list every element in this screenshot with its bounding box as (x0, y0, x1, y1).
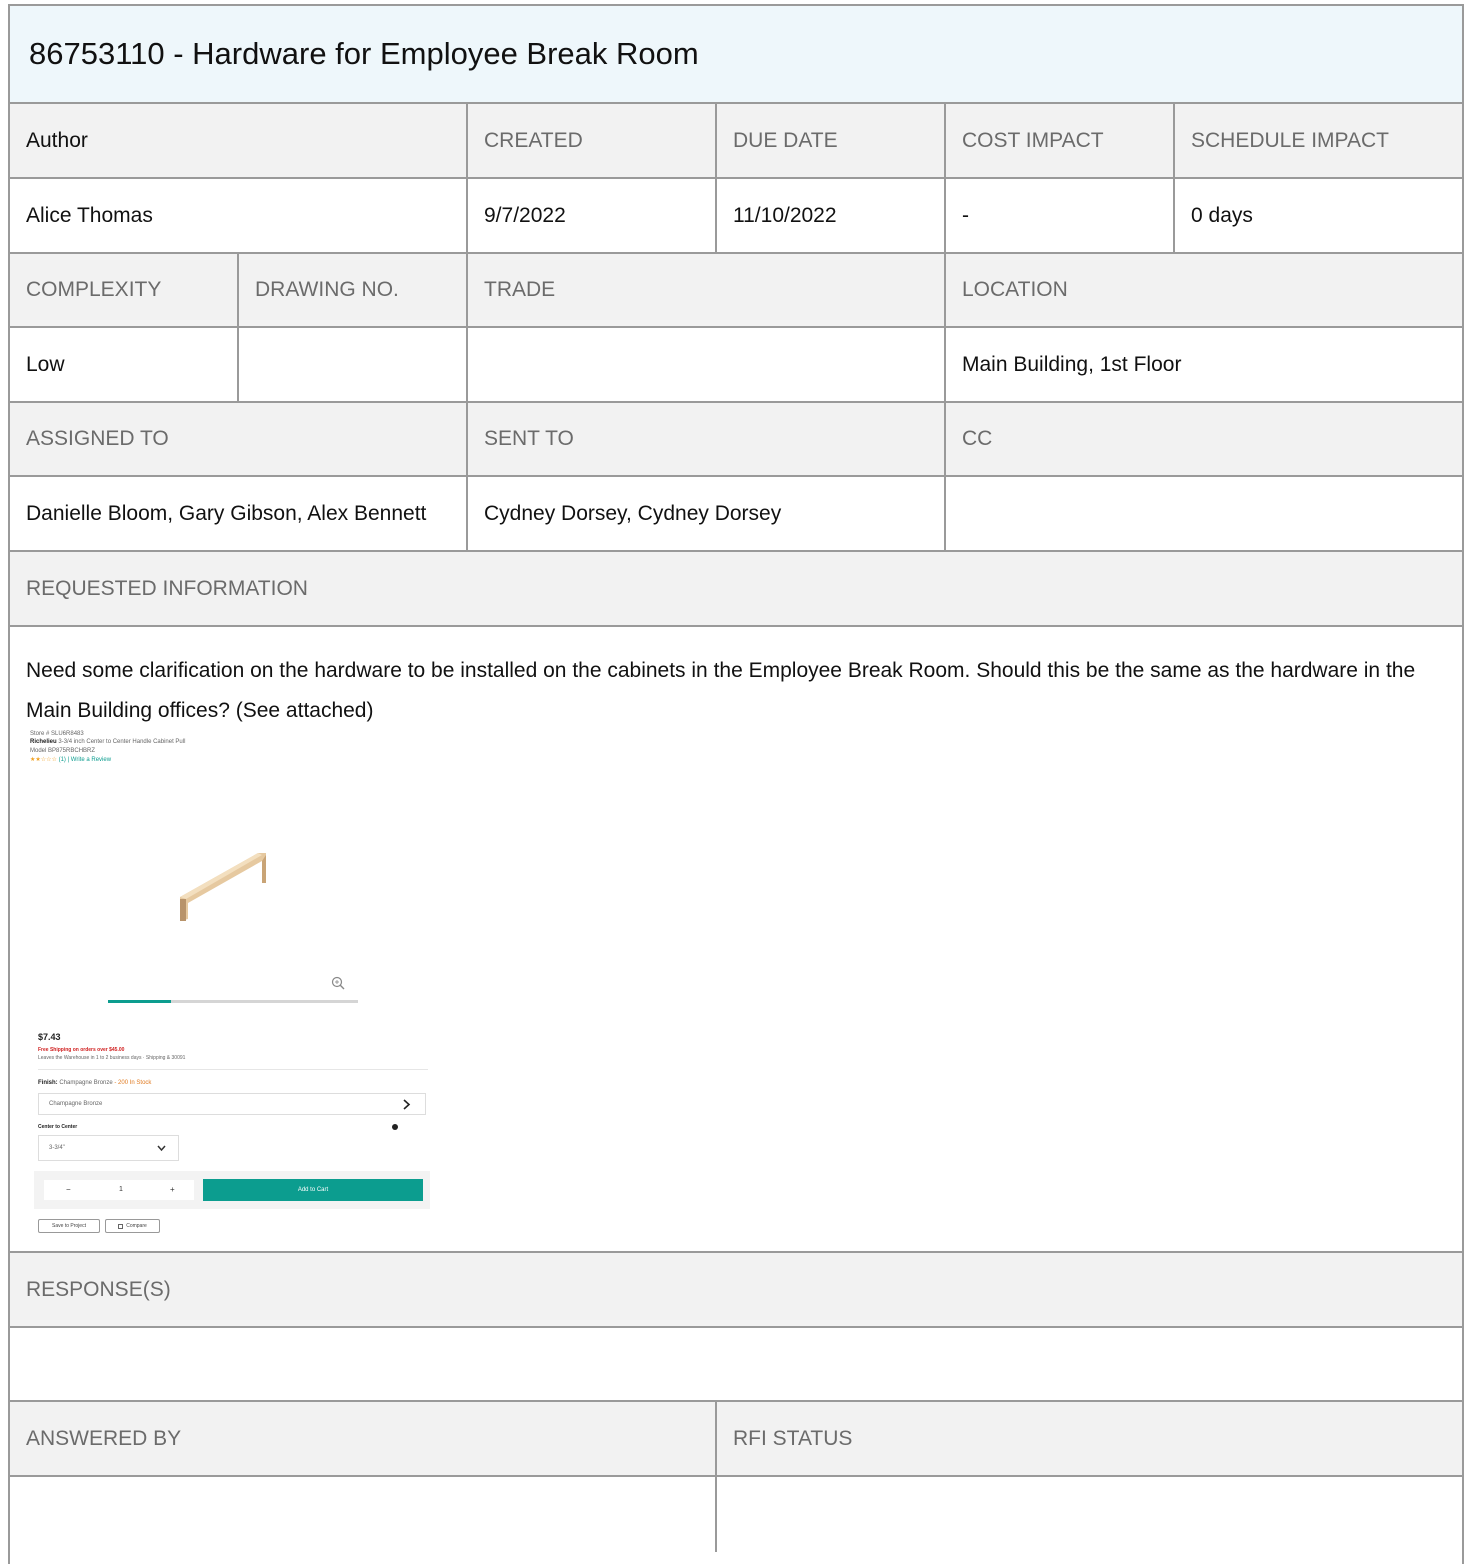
sent-to-header: SENT TO (468, 403, 946, 475)
created-header: CREATED (468, 104, 717, 177)
chevron-down-icon (157, 1145, 166, 1152)
center-to-center-label: Center to Center (38, 1124, 78, 1130)
complexity-value: Low (10, 328, 239, 401)
stock-status: - 200 In Stock (114, 1080, 152, 1086)
finish-value: Champagne Bronze (59, 1080, 113, 1086)
finish-line: Finish: Champagne Bronze - 200 In Stock (38, 1080, 151, 1086)
requested-info-header-row: REQUESTED INFORMATION (10, 552, 1462, 627)
finish-select-value: Champagne Bronze (49, 1101, 103, 1107)
drawing-no-value (239, 328, 468, 401)
compare-label: Compare (126, 1223, 147, 1229)
author-header: Author (10, 104, 468, 177)
attached-product-image[interactable]: Store # SLU6R8483 Richelieu 3-3/4 inch C… (26, 731, 430, 1241)
header-row-1: Author CREATED DUE DATE COST IMPACT SCHE… (10, 104, 1462, 179)
quantity-value[interactable]: 1 (119, 1186, 123, 1193)
cart-panel: − 1 + Add to Cart (34, 1171, 430, 1209)
location-value: Main Building, 1st Floor (962, 352, 1182, 376)
finish-select[interactable]: Champagne Bronze (38, 1093, 426, 1115)
answered-by-header: ANSWERED BY (10, 1402, 717, 1475)
reviews-link[interactable]: (1) | Write a Review (59, 757, 111, 763)
cc-header: CC (962, 427, 993, 450)
quantity-plus-button[interactable]: + (170, 1185, 175, 1194)
schedule-impact-header: SCHEDULE IMPACT (1191, 128, 1389, 152)
product-rating: ★★☆☆☆ (1) | Write a Review (30, 756, 111, 763)
requested-info-header: REQUESTED INFORMATION (26, 576, 308, 600)
due-date-header: DUE DATE (717, 104, 946, 177)
schedule-impact-value: 0 days (1191, 203, 1253, 227)
cc-value (946, 477, 1462, 550)
cost-impact-header: COST IMPACT (946, 104, 1175, 177)
cost-impact-value: - (946, 179, 1175, 252)
compare-checkbox-icon (118, 1223, 124, 1229)
center-to-center-value: 3-3/4" (49, 1145, 65, 1151)
save-to-project-label: Save to Project (52, 1223, 86, 1229)
value-row-1: Alice Thomas 9/7/2022 11/10/2022 - 0 day… (10, 179, 1462, 254)
rfi-status-header: RFI STATUS (733, 1426, 853, 1450)
add-to-cart-button[interactable]: Add to Cart (203, 1179, 423, 1201)
value-row-2: Low Main Building, 1st Floor (10, 328, 1462, 403)
center-to-center-select[interactable]: 3-3/4" (38, 1135, 179, 1161)
quantity-minus-button[interactable]: − (66, 1185, 71, 1194)
product-name: 3-3/4 inch Center to Center Handle Cabin… (58, 739, 186, 745)
divider (38, 1069, 428, 1070)
rfi-title: 86753110 - Hardware for Employee Break R… (29, 36, 699, 71)
sent-to-value: Cydney Dorsey, Cydney Dorsey (468, 477, 946, 550)
complexity-header: COMPLEXITY (10, 254, 239, 326)
responses-header-row: RESPONSE(S) (10, 1253, 1462, 1328)
drawing-no-header: DRAWING NO. (239, 254, 468, 326)
due-date-value: 11/10/2022 (717, 179, 946, 252)
created-value: 9/7/2022 (468, 179, 717, 252)
zoom-icon[interactable] (331, 976, 345, 990)
compare-button[interactable]: Compare (105, 1219, 160, 1233)
quantity-stepper[interactable]: − 1 + (44, 1180, 194, 1200)
image-carousel-indicator (108, 1000, 171, 1003)
product-price: $7.43 (38, 1032, 61, 1042)
header-row-4: ANSWERED BY RFI STATUS (10, 1402, 1462, 1477)
info-icon[interactable] (392, 1124, 398, 1130)
trade-value (468, 328, 946, 401)
save-to-project-button[interactable]: Save to Project (38, 1219, 100, 1233)
assigned-to-value: Danielle Bloom, Gary Gibson, Alex Bennet… (10, 477, 468, 550)
responses-body (10, 1328, 1462, 1402)
trade-header: TRADE (468, 254, 946, 326)
header-row-3: ASSIGNED TO SENT TO CC (10, 403, 1462, 477)
requested-info-body: Need some clarification on the hardware … (10, 627, 1462, 1253)
store-sku: Store # SLU6R8483 (30, 731, 84, 737)
image-carousel-track[interactable] (108, 1000, 358, 1003)
product-title: Richelieu 3-3/4 inch Center to Center Ha… (30, 739, 185, 745)
product-brand: Richelieu (30, 739, 57, 745)
header-row-2: COMPLEXITY DRAWING NO. TRADE LOCATION (10, 254, 1462, 328)
finish-label: Finish: (38, 1080, 58, 1086)
responses-header: RESPONSE(S) (26, 1277, 171, 1301)
product-model: Model BP875RBCHBRZ (30, 748, 96, 754)
chevron-right-icon (403, 1099, 411, 1110)
requested-info-text: Need some clarification on the hardware … (26, 659, 1416, 722)
free-shipping-note: Free Shipping on orders over $45.00 (38, 1047, 125, 1053)
assigned-to-header: ASSIGNED TO (10, 403, 468, 475)
title-row: 86753110 - Hardware for Employee Break R… (10, 6, 1462, 104)
leaves-warehouse-note: Leaves the Warehouse in 1 to 2 business … (38, 1055, 186, 1061)
value-row-3: Danielle Bloom, Gary Gibson, Alex Bennet… (10, 477, 1462, 552)
cabinet-pull-image (180, 853, 266, 921)
author-value: Alice Thomas (10, 179, 468, 252)
location-header: LOCATION (962, 278, 1068, 301)
rfi-sheet: 86753110 - Hardware for Employee Break R… (8, 4, 1464, 1564)
star-rating-icon: ★★☆☆☆ (30, 757, 57, 763)
add-to-cart-label: Add to Cart (297, 1187, 329, 1193)
